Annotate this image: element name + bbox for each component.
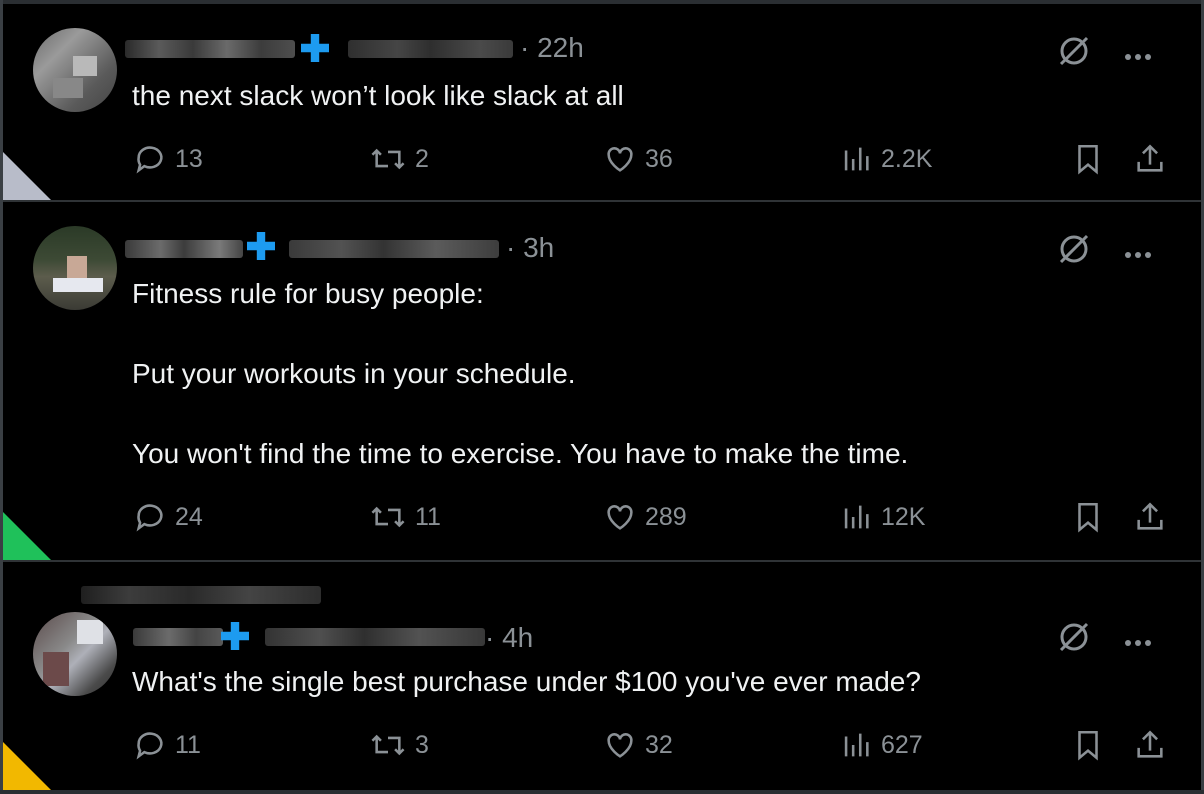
repost-button[interactable]: 2	[369, 142, 429, 176]
views-button[interactable]: 627	[839, 728, 923, 762]
more-icon[interactable]	[1125, 245, 1159, 258]
heart-icon	[607, 147, 633, 172]
repost-icon	[371, 148, 405, 170]
repost-icon	[371, 734, 405, 756]
reply-icon	[136, 146, 163, 174]
avatar[interactable]	[33, 612, 117, 696]
grok-icon[interactable]	[1057, 620, 1091, 654]
post-time[interactable]: · 22h	[520, 32, 584, 64]
views-icon	[844, 505, 869, 529]
repost-button[interactable]: 11	[369, 500, 441, 534]
reply-icon	[136, 504, 163, 532]
views-button[interactable]: 12K	[839, 500, 925, 534]
views-icon	[844, 147, 869, 171]
post-text: Fitness rule for busy people: Put your w…	[132, 278, 909, 469]
marker-triangle	[3, 152, 51, 200]
share-icon[interactable]	[1133, 142, 1167, 176]
like-count: 32	[645, 730, 673, 759]
reply-count: 13	[175, 144, 203, 173]
username[interactable]	[265, 628, 485, 646]
repost-count: 2	[415, 144, 429, 173]
tweet-1[interactable]: · 22h the next slack won’t look like sla…	[3, 4, 1201, 202]
share-icon[interactable]	[1133, 500, 1167, 534]
more-icon[interactable]	[1125, 47, 1159, 60]
reply-button[interactable]: 24	[133, 500, 203, 534]
share-icon[interactable]	[1133, 728, 1167, 762]
like-count: 289	[645, 502, 687, 531]
verified-badge	[301, 34, 329, 62]
reply-count: 24	[175, 502, 203, 531]
more-icon[interactable]	[1125, 633, 1159, 646]
verified-badge	[221, 622, 249, 650]
username[interactable]	[348, 40, 513, 58]
repost-icon	[371, 506, 405, 528]
post-text: the next slack won’t look like slack at …	[132, 80, 624, 111]
bookmark-icon[interactable]	[1071, 142, 1105, 176]
avatar[interactable]	[33, 28, 117, 112]
views-button[interactable]: 2.2K	[839, 142, 932, 176]
repost-count: 3	[415, 730, 429, 759]
reply-button[interactable]: 11	[133, 728, 201, 762]
display-name[interactable]	[125, 240, 243, 258]
verified-badge	[247, 232, 275, 260]
social-context[interactable]	[81, 586, 321, 604]
bookmark-icon[interactable]	[1071, 728, 1105, 762]
grok-icon[interactable]	[1057, 34, 1091, 68]
post-time[interactable]: · 3h	[506, 232, 554, 264]
views-count: 627	[881, 730, 923, 759]
display-name[interactable]	[125, 40, 295, 58]
repost-count: 11	[415, 502, 441, 531]
views-count: 12K	[881, 502, 926, 531]
like-count: 36	[645, 144, 673, 173]
like-button[interactable]: 36	[603, 142, 673, 176]
reply-icon	[136, 732, 163, 760]
repost-button[interactable]: 3	[369, 728, 429, 762]
bookmark-icon[interactable]	[1071, 500, 1105, 534]
display-name[interactable]	[133, 628, 223, 646]
tweet-3[interactable]: · 4h What's the single best purchase und…	[3, 562, 1201, 790]
post-text: What's the single best purchase under $1…	[132, 666, 921, 697]
views-icon	[844, 733, 869, 757]
avatar[interactable]	[33, 226, 117, 310]
marker-triangle	[3, 512, 51, 560]
marker-triangle	[3, 742, 51, 790]
grok-icon[interactable]	[1057, 232, 1091, 266]
bottom-border	[0, 790, 1204, 794]
username[interactable]	[289, 240, 499, 258]
like-button[interactable]: 32	[603, 728, 673, 762]
tweet-2[interactable]: · 3h Fitness rule for busy people: Put y…	[3, 202, 1201, 562]
post-time[interactable]: · 4h	[485, 622, 533, 654]
heart-icon	[607, 733, 633, 758]
reply-count: 11	[175, 730, 201, 759]
like-button[interactable]: 289	[603, 500, 687, 534]
views-count: 2.2K	[881, 144, 933, 173]
reply-button[interactable]: 13	[133, 142, 203, 176]
heart-icon	[607, 505, 633, 530]
